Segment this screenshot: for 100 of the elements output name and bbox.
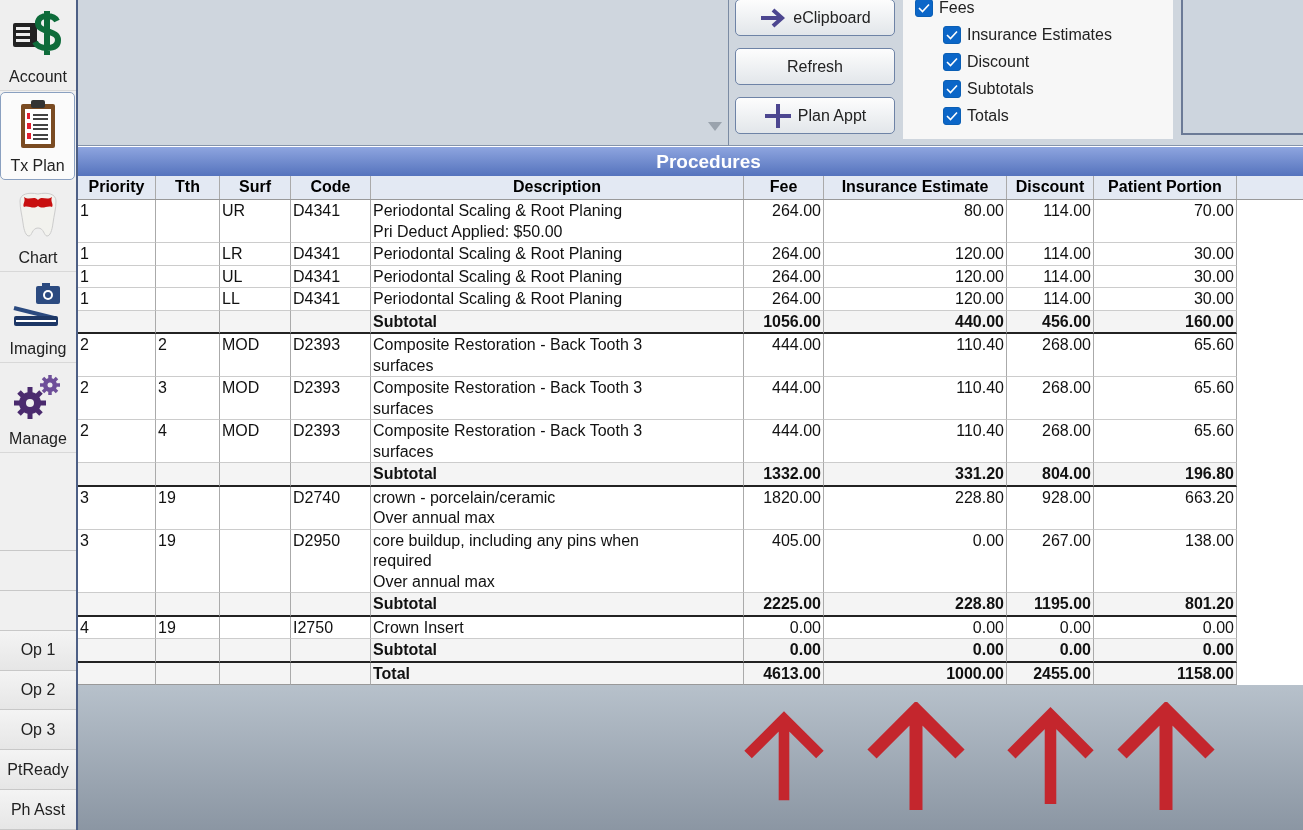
- table-cell: Periodontal Scaling & Root Planing: [371, 243, 744, 266]
- table-cell: 1: [78, 200, 156, 243]
- column-header[interactable]: Discount: [1007, 176, 1094, 199]
- table-cell: 268.00: [1007, 334, 1094, 377]
- table-cell: 331.20: [824, 463, 1007, 487]
- column-header[interactable]: Insurance Estimate: [824, 176, 1007, 199]
- table-cell: 801.20: [1094, 593, 1237, 617]
- table-cell: 2: [156, 334, 220, 377]
- table-cell: 19: [156, 486, 220, 530]
- table-cell: 928.00: [1007, 486, 1094, 530]
- table-cell: 228.80: [824, 486, 1007, 530]
- table-cell: 1: [78, 265, 156, 288]
- table-cell: 114.00: [1007, 200, 1094, 243]
- table-cell: 160.00: [1094, 310, 1237, 334]
- table-cell: 268.00: [1007, 377, 1094, 420]
- column-header[interactable]: Description: [371, 176, 744, 199]
- toolbar-button[interactable]: Plan Appt: [735, 97, 895, 134]
- table-cell: D4341: [291, 200, 371, 243]
- table-cell: 444.00: [744, 334, 824, 377]
- empty-table-cell: [156, 265, 220, 288]
- toolbar-button[interactable]: eClipboard: [735, 0, 895, 36]
- table-cell: 65.60: [1094, 334, 1237, 377]
- operatory-button[interactable]: PtReady: [0, 750, 76, 791]
- table-cell: 440.00: [824, 310, 1007, 334]
- table-cell: 456.00: [1007, 310, 1094, 334]
- checkmark-icon: [946, 83, 958, 94]
- table-cell: 264.00: [744, 200, 824, 243]
- toolbar-button[interactable]: Refresh: [735, 48, 895, 85]
- empty-table-cell: [156, 288, 220, 311]
- empty-table-cell: [220, 486, 291, 530]
- table-cell: D4341: [291, 265, 371, 288]
- table-cell: UR: [220, 200, 291, 243]
- table-cell: LR: [220, 243, 291, 266]
- table-cell: 120.00: [824, 243, 1007, 266]
- table-cell: 804.00: [1007, 463, 1094, 487]
- table-cell: 663.20: [1094, 486, 1237, 530]
- table-cell: 264.00: [744, 243, 824, 266]
- table-cell: 3: [156, 377, 220, 420]
- operatory-button[interactable]: Op 2: [0, 670, 76, 711]
- table-cell: 1332.00: [744, 463, 824, 487]
- table-cell: 80.00: [824, 200, 1007, 243]
- table-cell: 30.00: [1094, 288, 1237, 311]
- checkbox-label: Fees: [939, 0, 975, 17]
- table-cell: LL: [220, 288, 291, 311]
- table-cell: 110.40: [824, 334, 1007, 377]
- column-header[interactable]: Tth: [156, 176, 220, 199]
- table-cell: 2: [78, 334, 156, 377]
- table-cell: 65.60: [1094, 377, 1237, 420]
- table-cell: 228.80: [824, 593, 1007, 617]
- tooth-icon: [16, 191, 60, 238]
- column-header[interactable]: Fee: [744, 176, 824, 199]
- table-cell: Composite Restoration - Back Tooth 3 surfaces: [371, 377, 744, 420]
- checkbox[interactable]: [915, 0, 933, 17]
- column-header[interactable]: Priority: [78, 176, 156, 199]
- table-cell: 444.00: [744, 377, 824, 420]
- column-header[interactable]: Surf: [220, 176, 291, 199]
- table-cell: 3: [78, 486, 156, 530]
- module-button[interactable]: Tx Plan: [0, 91, 75, 181]
- table-cell: 70.00: [1094, 200, 1237, 243]
- table-cell: Subtotal: [371, 593, 744, 617]
- table-cell: 1: [78, 243, 156, 266]
- checkmark-icon: [918, 2, 930, 13]
- checkmark-icon: [946, 29, 958, 40]
- operatory-button[interactable]: Op 3: [0, 710, 76, 751]
- operatory-button[interactable]: Op 1: [0, 630, 76, 671]
- table-cell: 1056.00: [744, 310, 824, 334]
- checkbox[interactable]: [943, 52, 961, 71]
- panel-title-bar: Procedures: [78, 146, 1303, 176]
- table-cell: Composite Restoration - Back Tooth 3 surfaces: [371, 334, 744, 377]
- plus-icon: [763, 102, 792, 129]
- table-cell: 1: [78, 288, 156, 311]
- checkbox-label: Insurance Estimates: [967, 25, 1112, 44]
- checkbox[interactable]: [943, 25, 961, 44]
- table-cell: Periodontal Scaling & Root Planing: [371, 265, 744, 288]
- table-cell: Subtotal: [371, 310, 744, 334]
- table-cell: Periodontal Scaling & Root Planing Pri Deduct Applied: $50.00: [371, 200, 744, 243]
- operatory-button[interactable]: Ph Asst: [0, 790, 76, 830]
- table-cell: 30.00: [1094, 243, 1237, 266]
- table-cell: D4341: [291, 288, 371, 311]
- checkbox-label: Subtotals: [967, 79, 1034, 98]
- empty-table-cell: [156, 243, 220, 266]
- checkbox[interactable]: [943, 79, 961, 98]
- column-header[interactable]: Code: [291, 176, 371, 199]
- table-cell: 2: [78, 377, 156, 420]
- table-cell: 110.40: [824, 377, 1007, 420]
- checkbox[interactable]: [943, 106, 961, 125]
- empty-table-cell: [156, 200, 220, 243]
- table-cell: UL: [220, 265, 291, 288]
- table-cell: MOD: [220, 377, 291, 420]
- table-cell: Periodontal Scaling & Root Planing: [371, 288, 744, 311]
- table-cell: 114.00: [1007, 288, 1094, 311]
- column-header[interactable]: Patient Portion: [1094, 176, 1237, 199]
- checkbox-label: Totals: [967, 106, 1009, 125]
- table-cell: 1195.00: [1007, 593, 1094, 617]
- table-cell: 2225.00: [744, 593, 824, 617]
- table-cell: 30.00: [1094, 265, 1237, 288]
- table-cell: 1820.00: [744, 486, 824, 530]
- checkmark-icon: [946, 56, 958, 67]
- table-cell: 114.00: [1007, 265, 1094, 288]
- table-cell: 120.00: [824, 288, 1007, 311]
